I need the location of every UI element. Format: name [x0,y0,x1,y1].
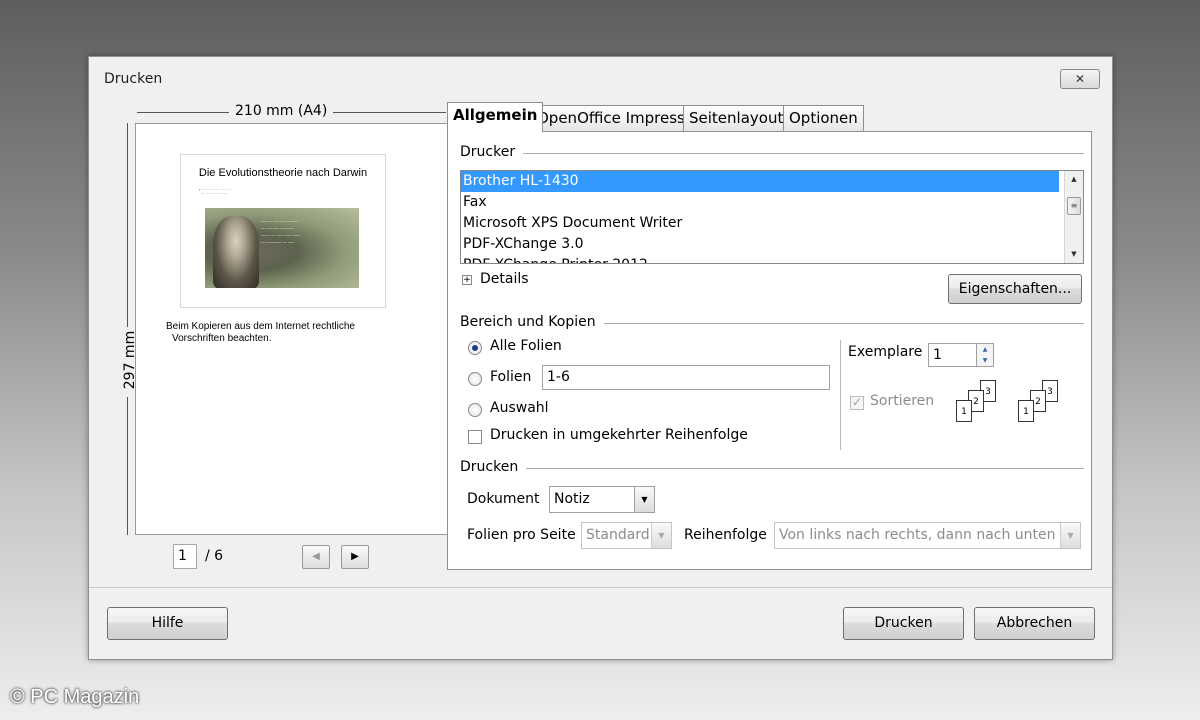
close-button[interactable]: ✕ [1060,69,1100,89]
title-bar: Drucken ✕ [89,57,1112,97]
chevron-down-icon[interactable]: ▼ [634,487,654,512]
width-dimension-label: 210 mm (A4) [229,103,334,119]
radio-selection-label[interactable]: Auswahl [490,400,549,416]
slide-thumbnail: Die Evolutionstheorie nach Darwin • ····… [180,154,386,308]
print-button[interactable]: Drucken [843,607,964,640]
printer-item[interactable]: Fax [461,192,1083,213]
radio-selection[interactable] [468,403,482,417]
scroll-thumb[interactable]: ≡ [1067,197,1081,215]
tab-allgemein[interactable]: Allgemein [447,102,544,132]
details-expand-icon[interactable]: + [462,275,472,285]
document-label: Dokument [467,491,540,507]
copies-spinner[interactable]: ▲ ▼ [976,343,994,367]
collate-label[interactable]: Sortieren [870,393,934,409]
copies-input[interactable]: 1 [928,343,977,367]
close-icon: ✕ [1074,72,1086,86]
scroll-up-icon[interactable]: ▲ [1065,171,1083,188]
collate-icon: 3 2 1 [1018,380,1068,428]
current-page-input[interactable]: 1 [173,544,197,569]
tab-panel-allgemein: Drucker Brother HL-1430 Fax Microsoft XP… [447,131,1092,570]
properties-button[interactable]: Eigenschaften... [948,274,1082,304]
page-total: / 6 [205,548,224,564]
printer-section-line [460,153,1084,154]
copyright-watermark: © PC Magazin [10,686,140,708]
triangle-right-icon: ▶ [351,551,359,562]
spin-down-icon[interactable]: ▼ [977,355,993,366]
printer-item[interactable]: Microsoft XPS Document Writer [461,213,1083,234]
printer-list[interactable]: Brother HL-1430 Fax Microsoft XPS Docume… [460,170,1084,264]
help-button[interactable]: Hilfe [107,607,228,640]
printer-item[interactable]: PDF-XChange 3.0 [461,234,1083,255]
slides-range-input[interactable]: 1-6 [542,365,830,390]
radio-slides[interactable] [468,372,482,386]
tab-seitenlayout[interactable]: Seitenlayout [683,105,790,131]
footer-separator [89,587,1112,588]
next-page-button[interactable]: ▶ [341,545,369,569]
previous-page-button[interactable]: ◀ [302,545,330,569]
cancel-button[interactable]: Abbrechen [974,607,1095,640]
page-preview: Die Evolutionstheorie nach Darwin • ····… [135,123,448,535]
reverse-order-checkbox[interactable] [468,430,482,444]
collate-icon: 3 2 1 [956,380,1006,428]
reverse-order-label[interactable]: Drucken in umgekehrter Reihenfolge [490,427,748,443]
tab-optionen[interactable]: Optionen [783,105,864,131]
details-label[interactable]: Details [480,271,529,287]
collate-checkbox[interactable] [850,395,864,410]
slide-title: Die Evolutionstheorie nach Darwin [198,167,368,179]
print-section-header: Drucken [460,459,527,475]
slide-image: ~~~ ~~ ~~ ~~~ ~~~~~ ~~ ~~~~~~ ~~~~~~ ~~~~ … [205,208,359,288]
notes-text: Beim Kopieren aus dem Internet rechtlich… [166,321,355,344]
copies-separator [840,340,841,450]
print-dialog: Drucken ✕ 210 mm (A4) 297 mm Die Evoluti… [88,56,1113,660]
order-select[interactable]: Von links nach rechts, dann nach unten ▼ [774,522,1081,549]
spin-up-icon[interactable]: ▲ [977,344,993,355]
tab-openoffice-impress[interactable]: OpenOffice Impress [531,105,691,131]
printer-item[interactable]: Brother HL-1430 [461,171,1059,192]
printer-item[interactable]: PDF-XChange Printer 2012 [461,255,1083,263]
triangle-left-icon: ◀ [312,551,320,562]
slides-per-page-label: Folien pro Seite [467,527,576,543]
radio-all-slides-label[interactable]: Alle Folien [490,338,562,354]
darwin-portrait-image [213,216,259,288]
scroll-down-icon[interactable]: ▼ [1065,246,1083,263]
radio-all-slides[interactable] [468,341,482,355]
order-label: Reihenfolge [684,527,767,543]
printer-section-header: Drucker [460,144,524,160]
chevron-down-icon[interactable]: ▼ [651,523,671,548]
document-select[interactable]: Notiz ▼ [549,486,655,513]
printer-list-scrollbar[interactable]: ▲ ≡ ▼ [1064,171,1083,263]
chevron-down-icon[interactable]: ▼ [1060,523,1080,548]
range-section-header: Bereich und Kopien [460,314,604,330]
window-title: Drucken [104,71,163,87]
slides-per-page-select[interactable]: Standard ▼ [581,522,672,549]
slide-quote-text: ~~~ ~~ ~~ ~~~ ~~~~~ ~~ ~~~~~~ ~~~~~~ ~~~~ … [261,219,300,245]
print-section-line [460,468,1084,469]
slide-bullet-text: • ·········· ····· ···· ···· ··· ···· ··… [199,188,231,196]
radio-slides-label[interactable]: Folien [490,369,531,385]
copies-label: Exemplare [848,344,923,360]
